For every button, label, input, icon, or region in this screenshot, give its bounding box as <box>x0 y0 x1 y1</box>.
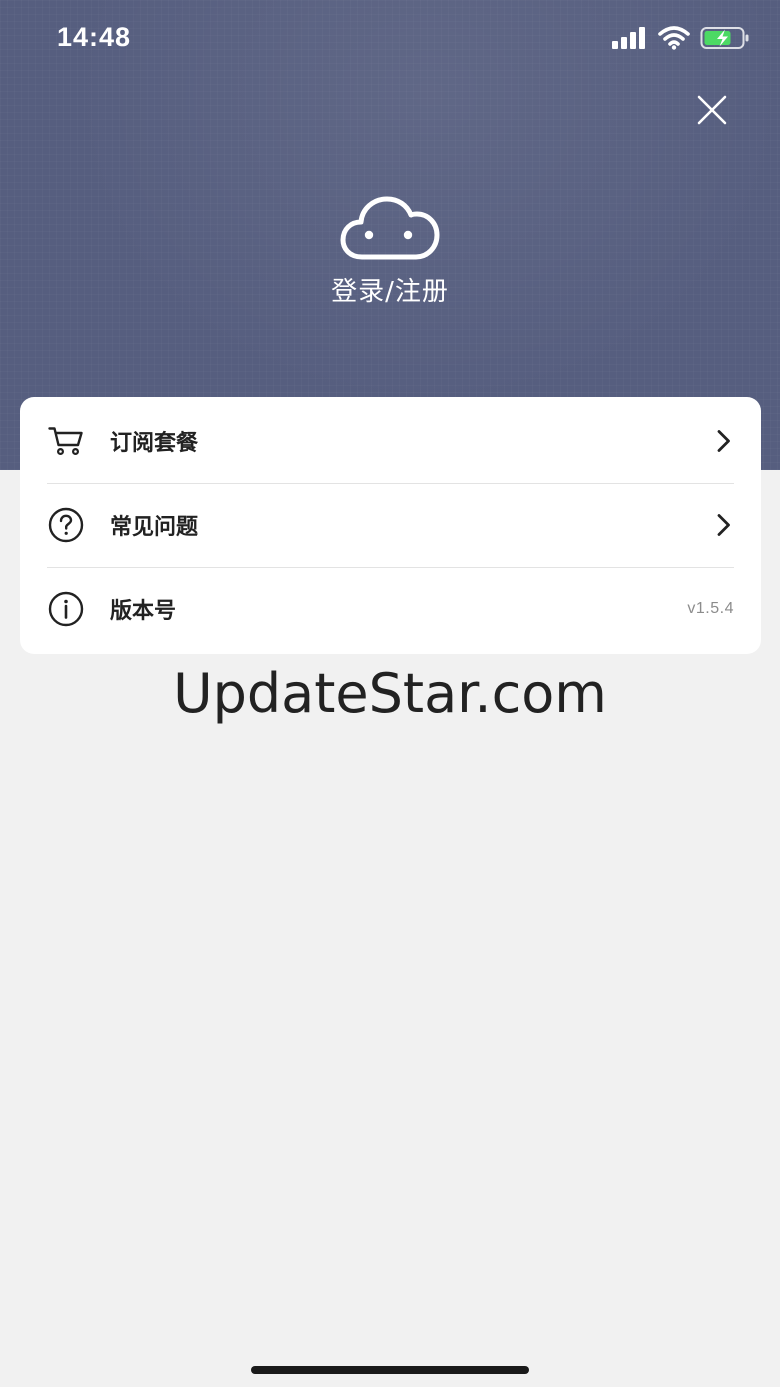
wifi-icon <box>658 26 690 50</box>
menu-item-version: 版本号 v1.5.4 <box>47 567 734 651</box>
menu-card: 订阅套餐 常见问题 版本号 v1.5.4 <box>20 397 761 654</box>
signal-icon <box>612 27 645 49</box>
close-button[interactable] <box>690 88 734 132</box>
info-circle-icon <box>47 590 85 628</box>
menu-item-label: 版本号 <box>110 599 177 624</box>
login-register-button[interactable]: 登录/注册 <box>240 195 540 308</box>
version-value: v1.5.4 <box>687 600 734 617</box>
chevron-right-icon <box>714 427 734 455</box>
menu-item-label: 常见问题 <box>110 515 199 540</box>
login-register-label: 登录/注册 <box>331 277 449 307</box>
battery-charging-icon <box>700 27 749 49</box>
menu-item-faq[interactable]: 常见问题 <box>47 483 734 567</box>
home-indicator[interactable] <box>251 1366 529 1374</box>
menu-item-label: 订阅套餐 <box>110 431 199 456</box>
status-icons <box>612 26 750 50</box>
menu-item-subscription[interactable]: 订阅套餐 <box>47 399 734 483</box>
status-bar: 14:48 <box>0 0 780 80</box>
cloud-face-icon <box>340 196 440 260</box>
help-circle-icon <box>47 506 85 544</box>
cart-icon <box>47 422 85 460</box>
watermark-text: UpdateStar.com <box>173 662 607 725</box>
chevron-right-icon <box>714 511 734 539</box>
close-icon <box>697 95 727 125</box>
screen: 14:48 登录/注册 订阅套餐 常见问题 版本号 v1.5.4 UpdateS… <box>0 0 780 1387</box>
status-time: 14:48 <box>57 22 132 52</box>
